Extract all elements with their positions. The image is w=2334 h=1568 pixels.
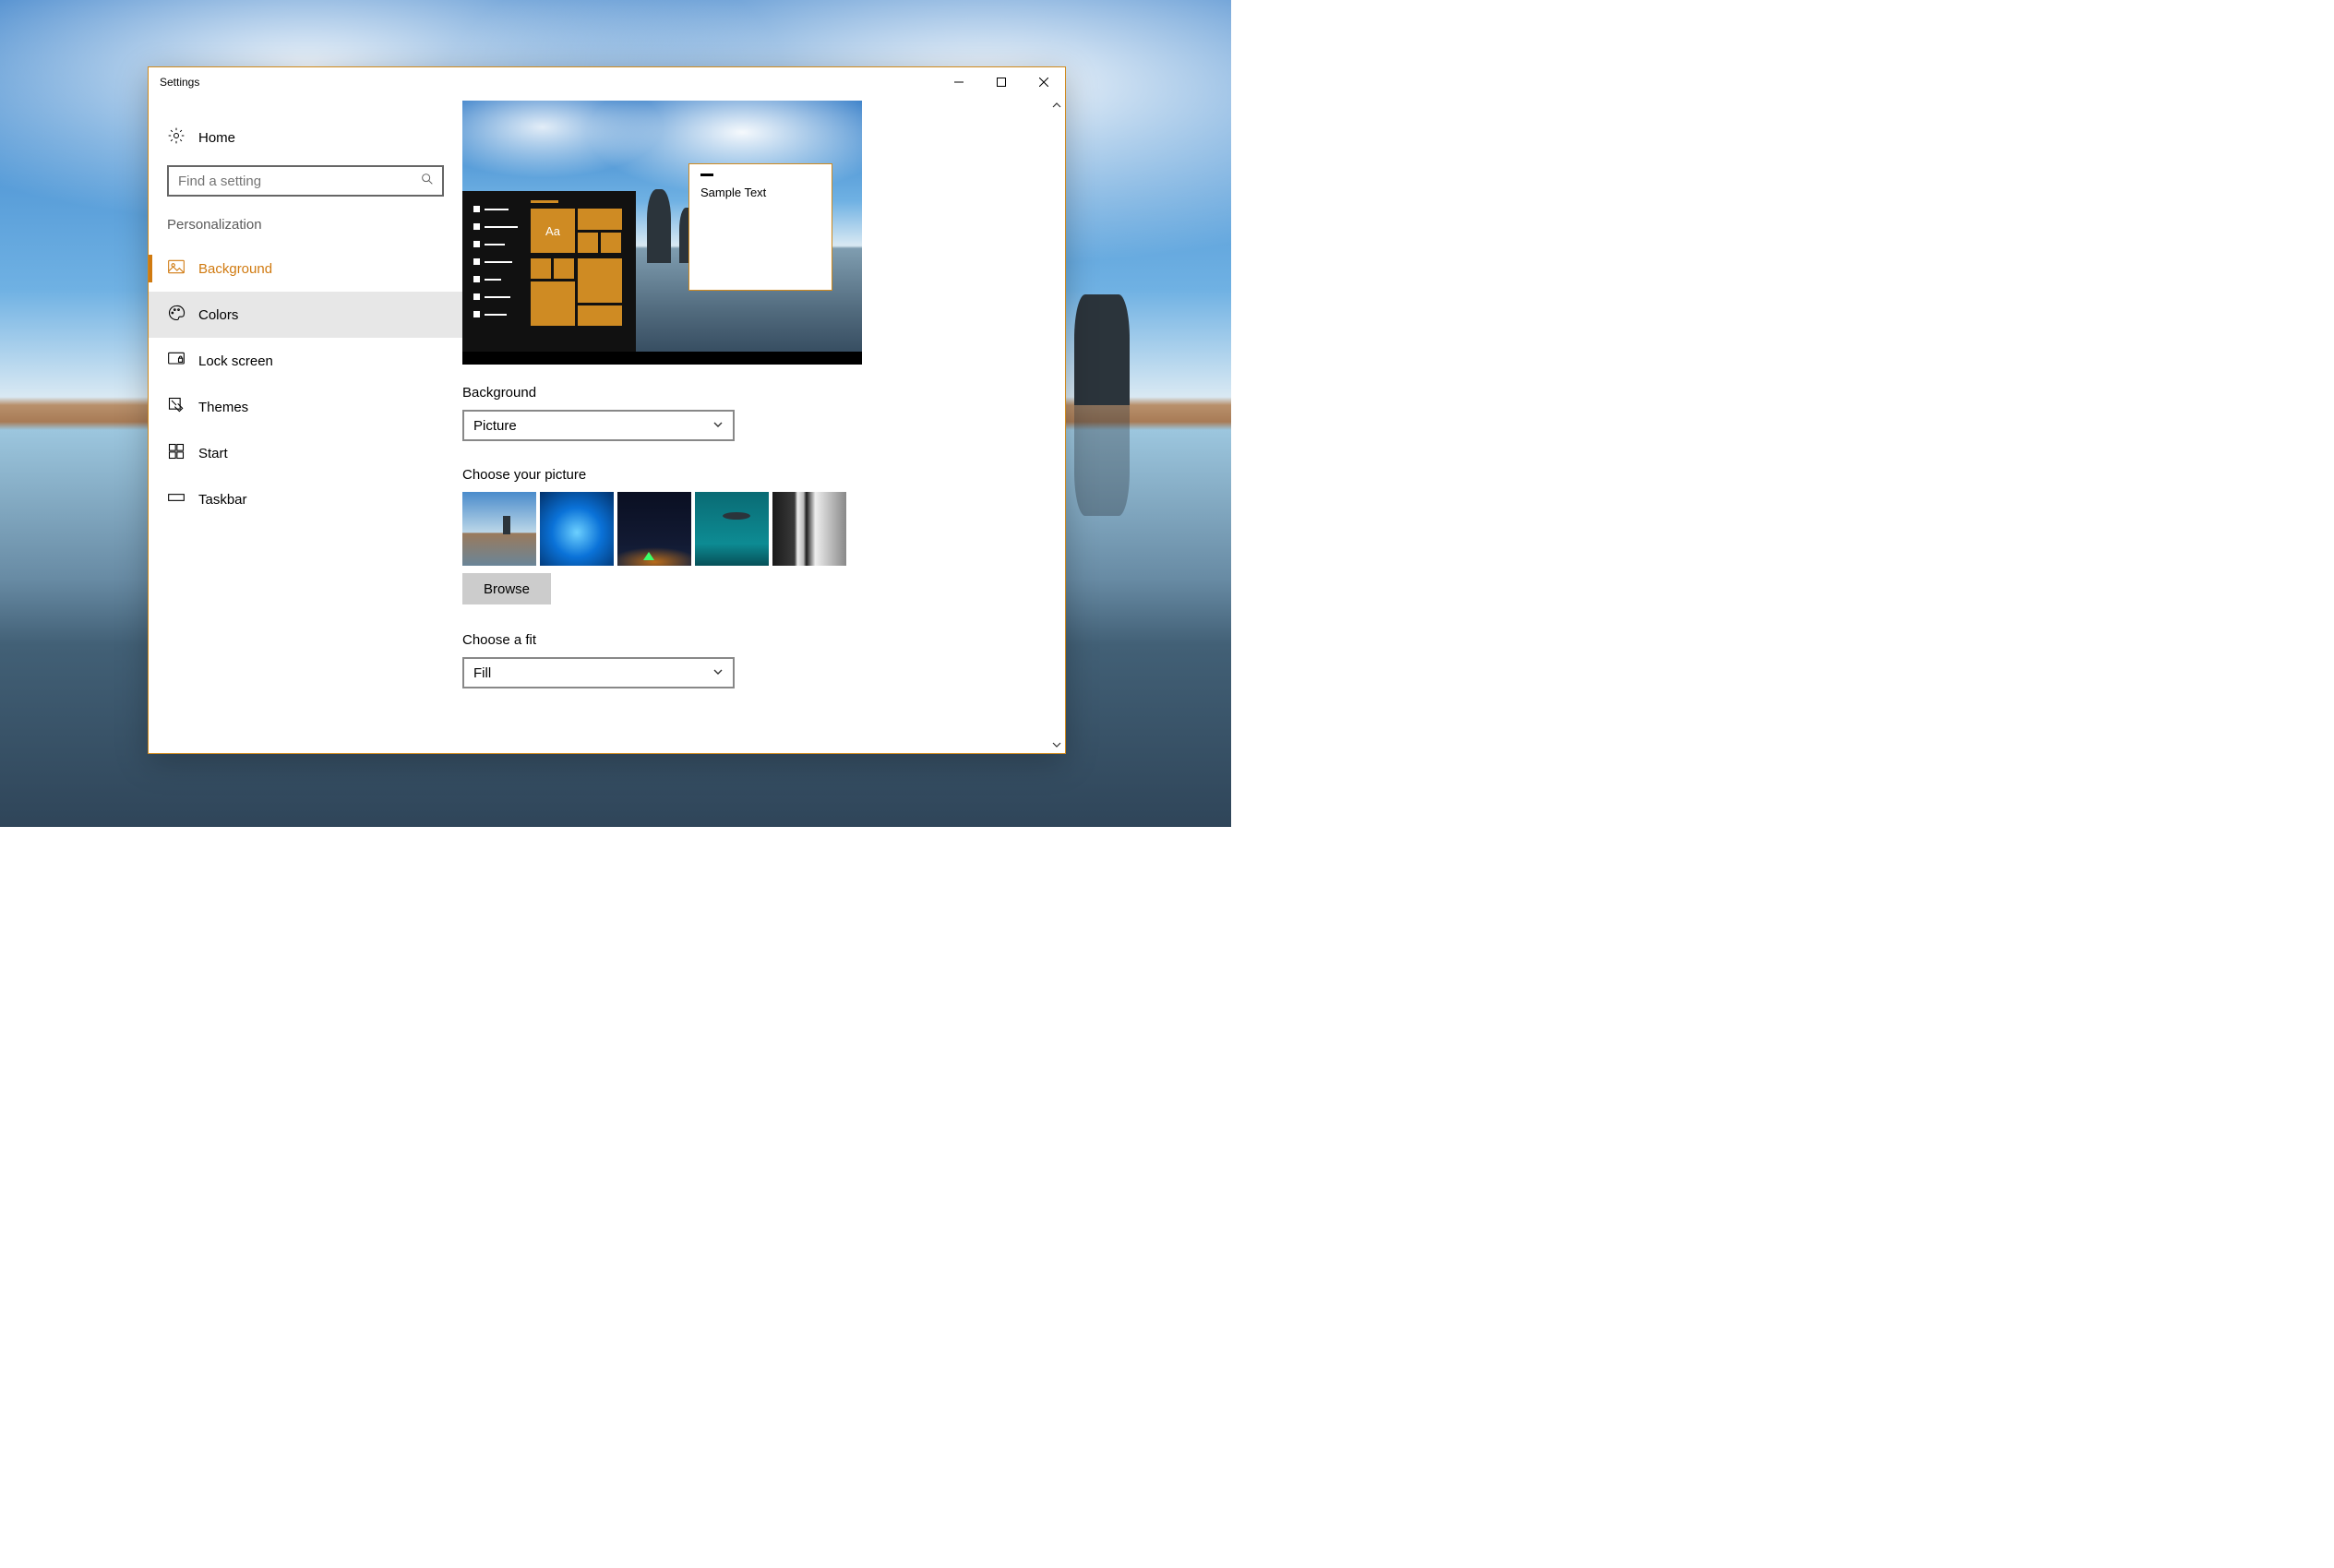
search-field[interactable] [178,174,420,189]
sidebar-item-start[interactable]: Start [149,430,462,476]
window-title: Settings [160,76,199,89]
background-dropdown[interactable]: Picture [462,410,735,441]
picture-thumb-1[interactable] [462,492,536,566]
scrollbar[interactable] [1048,97,1065,753]
minimize-button[interactable] [938,67,980,97]
choose-fit-label: Choose a fit [462,632,1043,648]
fit-value: Fill [473,665,491,681]
sidebar-item-label: Themes [198,400,248,415]
chevron-down-icon [712,418,724,434]
sidebar-item-label: Start [198,446,228,461]
scroll-up-icon[interactable] [1052,101,1061,110]
background-label: Background [462,385,1043,401]
picture-thumb-4[interactable] [695,492,769,566]
section-heading: Personalization [149,217,462,245]
sidebar-item-taskbar[interactable]: Taskbar [149,476,462,522]
home-label: Home [198,130,235,146]
sidebar: Home Personalization Background Colo [149,97,462,753]
search-icon [420,172,435,190]
lock-screen-icon [167,350,186,372]
maximize-button[interactable] [980,67,1023,97]
titlebar[interactable]: Settings [149,67,1065,97]
search-input[interactable] [167,165,444,197]
picture-thumbnails [462,492,1043,566]
home-button[interactable]: Home [149,119,462,165]
sidebar-item-label: Lock screen [198,353,273,369]
settings-window: Settings Home [148,66,1066,754]
start-menu-preview: Aa [462,191,636,352]
picture-thumb-2[interactable] [540,492,614,566]
preview-tile-aa: Aa [531,209,575,253]
start-icon [167,442,186,464]
choose-picture-label: Choose your picture [462,467,1043,483]
close-button[interactable] [1023,67,1065,97]
background-value: Picture [473,418,517,434]
gear-icon [167,126,186,149]
themes-icon [167,396,186,418]
sidebar-item-colors[interactable]: Colors [149,292,462,338]
chevron-down-icon [712,665,724,681]
picture-thumb-3[interactable] [617,492,691,566]
picture-icon [167,257,186,280]
sidebar-item-themes[interactable]: Themes [149,384,462,430]
sidebar-item-label: Background [198,261,272,277]
sample-text: Sample Text [700,186,766,199]
desktop-preview: Aa [462,101,862,365]
browse-button[interactable]: Browse [462,573,551,604]
sidebar-item-label: Colors [198,307,238,323]
palette-icon [167,304,186,326]
sidebar-item-lock-screen[interactable]: Lock screen [149,338,462,384]
scroll-down-icon[interactable] [1052,740,1061,749]
taskbar-icon [167,488,186,510]
content: Aa [462,97,1065,753]
fit-dropdown[interactable]: Fill [462,657,735,688]
sidebar-item-background[interactable]: Background [149,245,462,292]
sidebar-item-label: Taskbar [198,492,247,508]
picture-thumb-5[interactable] [772,492,846,566]
sample-window-preview: Sample Text [688,163,832,291]
